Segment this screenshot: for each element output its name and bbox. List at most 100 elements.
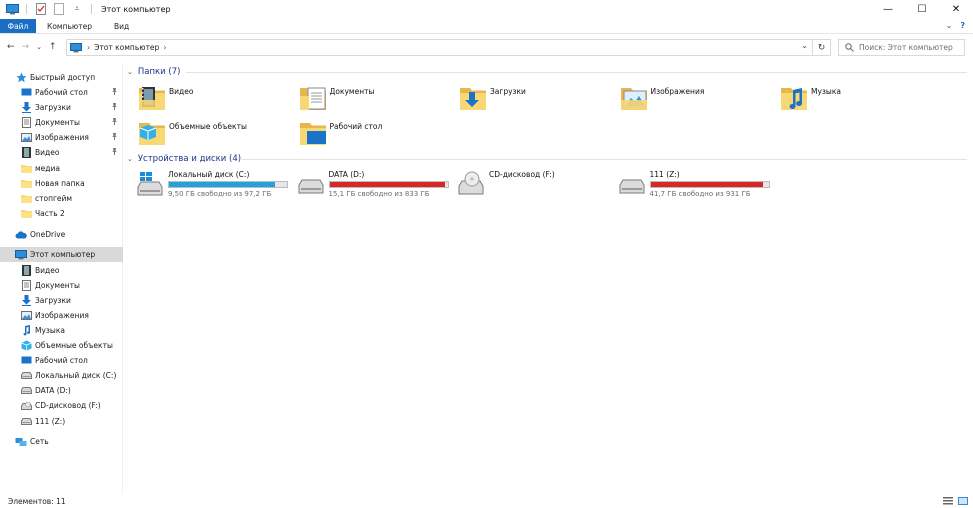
nav-quick-access[interactable]: Быстрый доступ [0,70,123,85]
drive-free-space: 9,50 ГБ свободно из 97,2 ГБ [168,190,272,198]
sidebar-item-pc-3[interactable]: Изображения [0,308,123,323]
search-box[interactable]: Поиск: Этот компьютер [838,39,965,56]
sidebar-item-pc-6[interactable]: Рабочий стол [0,353,123,368]
sidebar-item-quick-8[interactable]: Часть 2 [0,206,123,221]
sidebar-item-quick-2[interactable]: Документы [0,115,123,130]
sidebar-item-label: Рабочий стол [35,356,88,366]
nav-label: Этот компьютер [30,250,96,259]
pin-icon[interactable] [111,118,118,127]
3d-objects-folder-icon [138,119,166,147]
folder-tile[interactable]: Музыка [780,84,841,114]
sidebar-item-pc-8[interactable]: DATA (D:) [0,383,123,398]
pin-icon[interactable] [111,133,118,142]
file-explorer-window: ⩡ Этот компьютер — ☐ ✕ Файл Компьютер Ви… [0,0,973,508]
address-bar[interactable]: › Этот компьютер › ⌄ [66,39,831,56]
collapse-chevron-icon[interactable]: ⌄ [127,68,133,76]
folder-label: Документы [329,87,375,96]
this-pc-app-icon[interactable] [5,2,19,16]
desktop-folder-icon [299,119,327,147]
sidebar-item-quick-3[interactable]: Изображения [0,130,123,145]
sidebar-item-label: Локальный диск (C:) [35,371,117,381]
tab-view[interactable]: Вид [103,19,140,33]
sidebar-item-pc-5[interactable]: Объемные объекты [0,338,123,353]
address-history-dropdown-icon[interactable]: ⌄ [801,41,808,50]
tab-computer[interactable]: Компьютер [36,19,103,33]
details-view-icon[interactable] [942,496,953,505]
large-icons-view-icon[interactable] [957,496,968,505]
sidebar-item-pc-1[interactable]: Документы [0,278,123,293]
forward-arrow-icon[interactable]: → [22,42,30,52]
sidebar-item-quick-6[interactable]: Новая папка [0,176,123,191]
sidebar-item-pc-0[interactable]: Видео [0,263,123,278]
sidebar-item-label: Часть 2 [35,208,65,218]
nav-network[interactable]: Сеть [0,434,123,449]
drive-info: CD-дисковод (F:) [489,170,609,200]
close-button[interactable]: ✕ [939,0,973,18]
folder-label: Рабочий стол [329,122,383,131]
pictures-icon [20,309,32,321]
expand-ribbon-icon[interactable]: ⌄ [946,21,953,30]
sidebar-item-quick-0[interactable]: Рабочий стол [0,85,123,100]
sidebar-item-pc-4[interactable]: Музыка [0,323,123,338]
drive-tile[interactable]: 111 (Z:) 41,7 ГБ свободно из 931 ГБ [618,170,770,200]
folders-group-header[interactable]: ⌄ Папки (7) [124,65,180,79]
minimize-button[interactable]: — [871,0,905,18]
sidebar-item-label: Загрузки [35,103,71,113]
sidebar-item-quick-5[interactable]: медиа [0,161,123,176]
nav-this-pc[interactable]: Этот компьютер [0,247,123,262]
sidebar-item-quick-7[interactable]: стопгейм [0,191,123,206]
drive-label: Локальный диск (C:) [168,170,250,179]
status-bar: Элементов: 11 [0,494,973,508]
breadcrumb-chevron-icon[interactable]: › [87,43,90,52]
nav-label: OneDrive [30,230,66,239]
cd-drive-icon [457,170,485,198]
new-folder-icon[interactable] [52,2,66,16]
folder-tile[interactable]: Видео [138,84,193,114]
customize-toolbar-dropdown-icon[interactable]: ⩡ [70,2,84,16]
properties-icon[interactable] [34,2,48,16]
drive-usage-bar [649,181,770,188]
breadcrumb-this-pc[interactable]: Этот компьютер [94,43,159,52]
breadcrumb-chevron-icon[interactable]: › [163,43,166,52]
drives-group-header[interactable]: ⌄ Устройства и диски (4) [124,152,241,166]
refresh-icon[interactable]: ↻ [812,39,830,56]
help-icon[interactable]: ? [960,21,965,30]
back-arrow-icon[interactable]: ← [7,42,15,52]
folder-tile[interactable]: Изображения [620,84,705,114]
drive-tile[interactable]: CD-дисковод (F:) [457,170,609,200]
folder-tile[interactable]: Загрузки [459,84,526,114]
nav-onedrive[interactable]: OneDrive [0,227,123,242]
sidebar-item-quick-4[interactable]: Видео [0,145,123,160]
network-icon [15,436,27,448]
maximize-button[interactable]: ☐ [905,0,939,18]
folder-tile[interactable]: Рабочий стол [299,119,383,149]
sidebar-item-pc-2[interactable]: Загрузки [0,293,123,308]
up-arrow-icon[interactable]: ↑ [49,42,57,52]
pin-icon[interactable] [111,103,118,112]
ribbon-right-controls: ⌄ ? [946,21,965,30]
drive-tile[interactable]: Локальный диск (C:) 9,50 ГБ свободно из 9… [136,170,288,200]
downloads-icon [20,294,32,306]
folder-label: Изображения [650,87,705,96]
sidebar-item-label: Новая папка [35,178,85,188]
cd-drive-icon [20,400,32,412]
sidebar-item-pc-7[interactable]: Локальный диск (C:) [0,368,123,383]
recent-locations-chevron-icon[interactable]: ⌄ [36,43,42,51]
tab-file[interactable]: Файл [0,19,36,33]
pin-icon[interactable] [111,148,118,157]
collapse-chevron-icon[interactable]: ⌄ [127,155,133,163]
sidebar-item-pc-10[interactable]: 111 (Z:) [0,414,123,429]
drive-tile[interactable]: DATA (D:) 15,1 ГБ свободно из 833 ГБ [297,170,449,200]
folder-tile[interactable]: Документы [299,84,375,114]
title-bar: ⩡ Этот компьютер — ☐ ✕ [0,0,973,18]
desktop-icon [20,355,32,367]
sidebar-item-pc-9[interactable]: CD-дисковод (F:) [0,398,123,413]
sidebar-item-label: Видео [35,265,60,275]
3d-objects-icon [20,340,32,352]
sidebar-item-quick-1[interactable]: Загрузки [0,100,123,115]
folder-label: Музыка [811,87,841,96]
drive-icon [20,415,32,427]
drive-usage-fill [329,182,446,187]
folder-tile[interactable]: Объемные объекты [138,119,247,149]
pin-icon[interactable] [111,88,118,97]
